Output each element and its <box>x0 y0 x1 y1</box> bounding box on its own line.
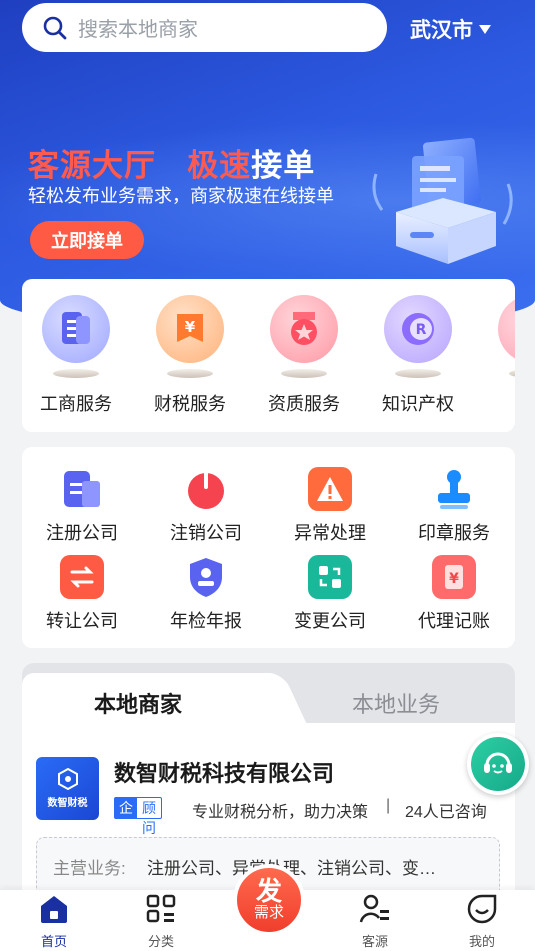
person-list-icon <box>359 894 389 923</box>
service-item-qualification[interactable]: 资质服务 <box>250 295 358 416</box>
banner-subtitle: 轻松发布业务需求，商家极速在线接单 <box>28 186 334 206</box>
grab-order-button[interactable]: 立即接单 <box>30 221 144 259</box>
consult-count: 24人已咨询 <box>405 804 487 821</box>
smile-profile-icon <box>467 894 497 924</box>
stamp-icon <box>438 470 470 509</box>
customer-service-button[interactable] <box>467 733 529 795</box>
service-label: 知识产权 <box>382 394 454 414</box>
medal-icon <box>291 312 317 345</box>
service-item-tax[interactable]: ¥ 财税服务 <box>136 295 244 416</box>
quick-service-grid: 注册公司 注销公司 异常处理 印章服务 转让公司 年检年报 变更公司 ¥ 代理记… <box>22 447 515 648</box>
post-demand-button[interactable]: 发 需求 <box>233 864 305 936</box>
merchant-name: 数智财税科技有限公司 <box>114 761 335 786</box>
tab-local-merchants[interactable]: 本地商家 <box>94 687 182 719</box>
power-icon <box>188 471 224 509</box>
grid-item-exception[interactable]: 异常处理 <box>270 467 390 545</box>
search-icon <box>43 16 67 39</box>
home-icon <box>41 896 67 923</box>
grid-item-seal[interactable]: 印章服务 <box>394 467 514 545</box>
svg-text:¥: ¥ <box>185 318 196 336</box>
nav-category[interactable]: 分类 <box>131 894 191 950</box>
svg-text:R: R <box>416 322 427 338</box>
grid-label: 注销公司 <box>170 523 242 543</box>
service-label: 工商服务 <box>40 394 112 414</box>
merchant-description: 专业财税分析，助力决策 <box>192 804 369 821</box>
city-label: 武汉市 <box>410 19 473 42</box>
grid-label: 年检年报 <box>170 611 242 631</box>
nav-source[interactable]: 客源 <box>345 894 405 950</box>
city-selector[interactable]: 武汉市 <box>410 14 491 44</box>
building-icon <box>64 471 100 507</box>
nav-mine[interactable]: 我的 <box>452 894 512 950</box>
grid-label: 异常处理 <box>294 523 366 543</box>
merchant-logo: 数智财税 <box>36 757 99 820</box>
grid-label: 转让公司 <box>46 611 118 631</box>
grid-item-change[interactable]: 变更公司 <box>270 555 390 633</box>
grid-item-register[interactable]: 注册公司 <box>22 467 142 545</box>
grid-item-deregister[interactable]: 注销公司 <box>146 467 266 545</box>
grid-item-bookkeeping[interactable]: ¥ 代理记账 <box>394 555 514 633</box>
grid-icon <box>146 894 176 923</box>
advisor-badge: 企 顾问 <box>114 797 162 836</box>
grid-item-transfer[interactable]: 转让公司 <box>22 555 142 633</box>
search-bar[interactable]: 搜索本地商家 <box>22 3 387 52</box>
main-business-label: 主营业务: <box>53 859 126 878</box>
shield-badge-icon <box>190 558 222 597</box>
separator: | <box>386 797 391 814</box>
transfer-icon <box>70 566 94 588</box>
change-icon <box>319 566 341 588</box>
service-label: 资质服务 <box>268 394 340 414</box>
nav-home[interactable]: 首页 <box>24 894 84 950</box>
ledger-icon: ¥ <box>445 565 463 589</box>
service-category-card: 工商服务 ¥ 财税服务 资质服务 R 知识产权 <box>22 279 515 432</box>
service-label: 财税服务 <box>154 394 226 414</box>
yuan-icon: ¥ <box>177 314 203 342</box>
grid-label: 印章服务 <box>418 523 490 543</box>
banner-title: 客源大厅 极速接单 <box>28 148 316 183</box>
grid-item-annual-report[interactable]: 年检年报 <box>146 555 266 633</box>
grid-label: 代理记账 <box>418 611 490 631</box>
headset-icon <box>484 752 512 774</box>
service-label: 政 <box>478 390 515 416</box>
tab-local-business[interactable]: 本地业务 <box>352 687 440 719</box>
service-item-business[interactable]: 工商服务 <box>22 295 130 416</box>
caret-down-icon <box>479 24 491 34</box>
grid-label: 变更公司 <box>294 611 366 631</box>
grid-label: 注册公司 <box>46 523 118 543</box>
document-icon <box>62 312 90 344</box>
search-placeholder: 搜索本地商家 <box>78 19 198 41</box>
warning-icon <box>317 477 343 501</box>
document-box-illustration <box>372 137 513 264</box>
hexagon-logo-icon <box>57 768 78 790</box>
service-item-ip[interactable]: R 知识产权 <box>364 295 472 416</box>
svg-text:¥: ¥ <box>449 571 459 587</box>
service-item-partial[interactable]: 政 <box>478 295 515 416</box>
registered-icon: R <box>402 313 434 345</box>
